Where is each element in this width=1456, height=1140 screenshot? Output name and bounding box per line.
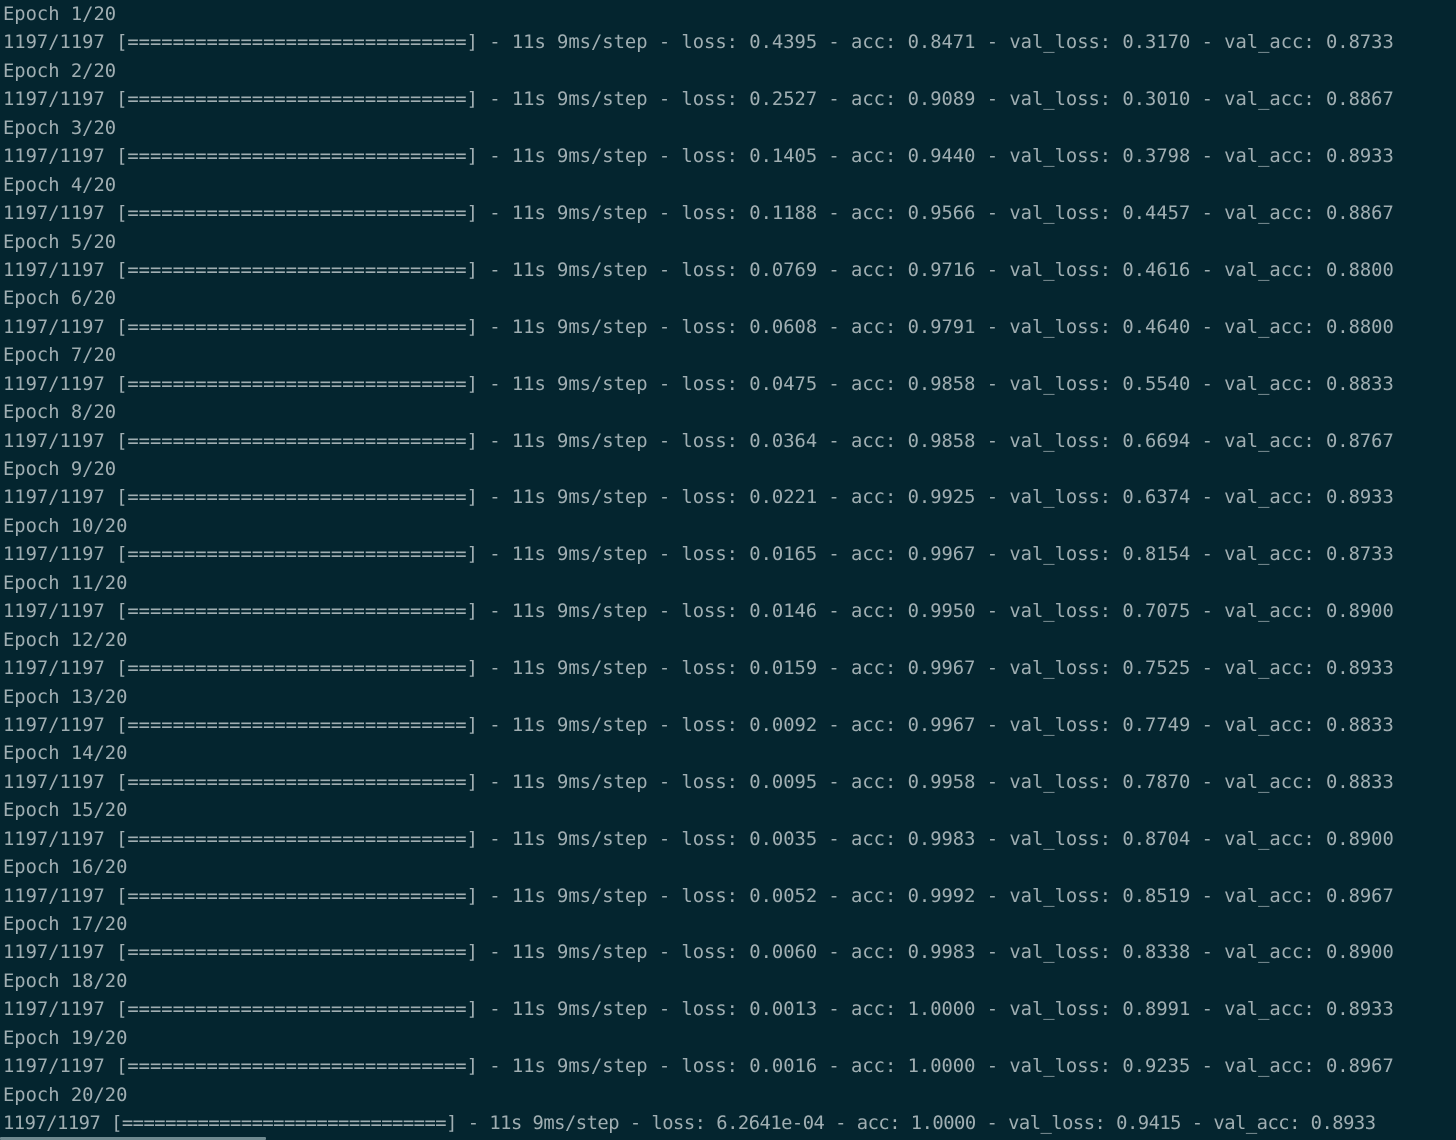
- epoch-header: Epoch 4/20: [3, 174, 117, 196]
- epoch-header: Epoch 10/20: [3, 515, 128, 537]
- epoch-progress-line: 1197/1197 [=============================…: [3, 1056, 1394, 1078]
- epoch-progress-line: 1197/1197 [=============================…: [3, 1113, 1376, 1135]
- epoch-header: Epoch 17/20: [3, 914, 128, 935]
- epoch-header: Epoch 13/20: [3, 686, 128, 708]
- epoch-header: Epoch 7/20: [3, 345, 117, 367]
- epoch-header: Epoch 3/20: [3, 117, 117, 139]
- epoch-progress-line: 1197/1197 [=============================…: [3, 430, 1394, 452]
- epoch-progress-line: 1197/1197 [=============================…: [3, 885, 1394, 907]
- epoch-header: Epoch 9/20: [3, 459, 117, 480]
- epoch-progress-line: 1197/1197 [=============================…: [3, 259, 1394, 281]
- epoch-header: Epoch 20/20: [3, 1084, 128, 1106]
- epoch-header: Epoch 18/20: [3, 970, 128, 992]
- epoch-progress-line: 1197/1197 [=============================…: [3, 32, 1394, 54]
- epoch-progress-line: 1197/1197 [=============================…: [3, 714, 1394, 736]
- epoch-header: Epoch 5/20: [3, 231, 117, 253]
- epoch-header: Epoch 6/20: [3, 288, 117, 310]
- epoch-header: Epoch 12/20: [3, 629, 128, 651]
- epoch-progress-line: 1197/1197 [=============================…: [3, 942, 1394, 964]
- epoch-progress-line: 1197/1197 [=============================…: [3, 373, 1394, 395]
- epoch-progress-line: 1197/1197 [=============================…: [3, 544, 1394, 566]
- epoch-header: Epoch 16/20: [3, 857, 128, 879]
- epoch-progress-line: 1197/1197 [=============================…: [3, 316, 1394, 338]
- epoch-progress-line: 1197/1197 [=============================…: [3, 89, 1394, 111]
- epoch-header: Epoch 15/20: [3, 800, 128, 822]
- epoch-header: Epoch 1/20: [3, 4, 117, 25]
- epoch-header: Epoch 11/20: [3, 572, 128, 594]
- epoch-progress-line: 1197/1197 [=============================…: [3, 999, 1394, 1021]
- epoch-header: Epoch 8/20: [3, 402, 117, 424]
- epoch-header: Epoch 2/20: [3, 60, 117, 82]
- terminal-output: Epoch 1/20 1197/1197 [==================…: [3, 0, 1453, 1138]
- epoch-progress-line: 1197/1197 [=============================…: [3, 146, 1394, 168]
- epoch-progress-line: 1197/1197 [=============================…: [3, 487, 1394, 509]
- epoch-progress-line: 1197/1197 [=============================…: [3, 658, 1394, 680]
- epoch-progress-line: 1197/1197 [=============================…: [3, 771, 1394, 793]
- epoch-progress-line: 1197/1197 [=============================…: [3, 601, 1394, 623]
- epoch-progress-line: 1197/1197 [=============================…: [3, 203, 1394, 225]
- epoch-header: Epoch 19/20: [3, 1027, 128, 1049]
- epoch-progress-line: 1197/1197 [=============================…: [3, 828, 1394, 850]
- terminal-window[interactable]: Epoch 1/20 1197/1197 [==================…: [0, 0, 1456, 1140]
- epoch-header: Epoch 14/20: [3, 743, 128, 765]
